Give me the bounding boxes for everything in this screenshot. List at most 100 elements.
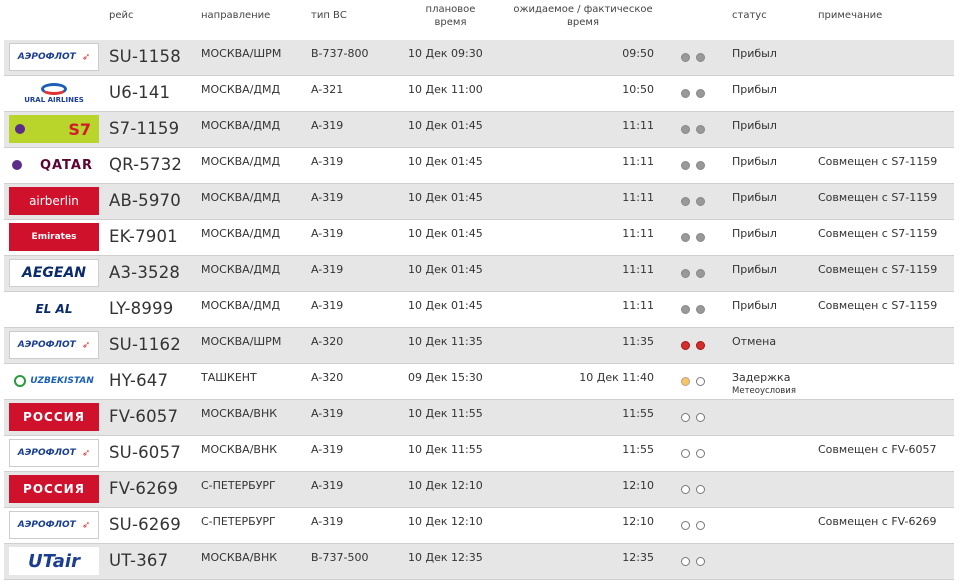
status-indicators: [681, 269, 711, 288]
table-row[interactable]: АЭРОФЛОТ ➶ SU-1158 МОСКВА/ШРМ B-737-800 10 Де…: [4, 40, 954, 76]
aircraft-type: A-319: [311, 443, 344, 456]
status-dot-icon: [696, 485, 705, 494]
status-indicators: [681, 377, 711, 396]
flight-number: LY-8999: [109, 299, 174, 318]
status-text: Прибыл: [732, 83, 777, 96]
flight-number: SU-1158: [109, 47, 181, 66]
status-note: Метеоусловия: [732, 386, 796, 396]
status-text: Отмена: [732, 335, 777, 348]
aircraft-type: A-320: [311, 335, 344, 348]
header-status: статус: [732, 10, 767, 21]
flight-number: AB-5970: [109, 191, 181, 210]
scheduled-time: 10 Дек 01:45: [408, 155, 483, 168]
remark-text: Совмещен с S7-1159: [818, 227, 938, 240]
aircraft-type: A-321: [311, 83, 344, 96]
table-row[interactable]: AEGEAN A3-3528 МОСКВА/ДМД A-319 10 Дек 01:45…: [4, 256, 954, 292]
scheduled-time: 10 Дек 01:45: [408, 299, 483, 312]
status-dot-icon: [696, 125, 705, 134]
status-dot-icon: [681, 233, 690, 242]
status-dot-icon: [696, 305, 705, 314]
flight-number: EK-7901: [109, 227, 178, 246]
remark-text: Совмещен с S7-1159: [818, 155, 938, 168]
flight-number: UT-367: [109, 551, 169, 570]
header-actual: ожидаемое / фактическое время: [513, 4, 653, 28]
header-destination: направление: [201, 10, 271, 21]
remark-text: Совмещен с S7-1159: [818, 191, 938, 204]
aircraft-type: A-319: [311, 155, 344, 168]
status-text: Прибыл: [732, 227, 777, 240]
status-dot-icon: [681, 449, 690, 458]
aircraft-type: A-319: [311, 407, 344, 420]
header-remark: примечание: [818, 10, 883, 21]
status-text: Прибыл: [732, 155, 777, 168]
airline-logo-ural: URAL AIRLINES: [9, 79, 99, 107]
flight-number: S7-1159: [109, 119, 180, 138]
status-indicators: [681, 161, 711, 180]
aircraft-type: A-319: [311, 515, 344, 528]
actual-time: 10:50: [622, 83, 654, 96]
scheduled-time: 10 Дек 12:35: [408, 551, 483, 564]
scheduled-time: 10 Дек 11:55: [408, 407, 483, 420]
destination: МОСКВА/ДМД: [201, 119, 281, 132]
flight-number: FV-6057: [109, 407, 179, 426]
status-dot-icon: [681, 413, 690, 422]
table-row[interactable]: UZBEKISTAN HY-647 ТАШКЕНТ A-320 09 Дек 15:30…: [4, 364, 954, 400]
airline-logo-s7: S7: [9, 115, 99, 143]
actual-time: 11:11: [622, 191, 654, 204]
status-dot-icon: [696, 53, 705, 62]
scheduled-time: 10 Дек 12:10: [408, 515, 483, 528]
status-dot-icon: [681, 485, 690, 494]
airline-logo-emirates: Emirates: [9, 223, 99, 251]
aircraft-type: A-319: [311, 191, 344, 204]
table-row[interactable]: Emirates EK-7901 МОСКВА/ДМД A-319 10 Дек 01:…: [4, 220, 954, 256]
actual-time: 09:50: [622, 47, 654, 60]
table-row[interactable]: РОССИЯ FV-6057 МОСКВА/ВНК A-319 10 Дек 11:55…: [4, 400, 954, 436]
status-indicators: [681, 557, 711, 576]
destination: МОСКВА/ДМД: [201, 155, 281, 168]
status-indicators: [681, 197, 711, 216]
scheduled-time: 10 Дек 01:45: [408, 119, 483, 132]
remark-text: Совмещен с FV-6057: [818, 443, 937, 456]
destination: С-ПЕТЕРБУРГ: [201, 515, 276, 528]
remark-text: Совмещен с S7-1159: [818, 263, 938, 276]
actual-time: 12:10: [622, 479, 654, 492]
table-row[interactable]: EL AL LY-8999 МОСКВА/ДМД A-319 10 Дек 01:45 1…: [4, 292, 954, 328]
status-dot-icon: [681, 377, 690, 386]
destination: МОСКВА/ВНК: [201, 443, 278, 456]
table-row[interactable]: URAL AIRLINES U6-141 МОСКВА/ДМД A-321 10 Дек…: [4, 76, 954, 112]
status-indicators: [681, 341, 711, 360]
table-row[interactable]: QATAR QR-5732 МОСКВА/ДМД A-319 10 Дек 01:45 1…: [4, 148, 954, 184]
destination: МОСКВА/ШРМ: [201, 47, 282, 60]
status-dot-icon: [681, 53, 690, 62]
flight-number: FV-6269: [109, 479, 179, 498]
table-row[interactable]: АЭРОФЛОТ ➶ SU-6269 С-ПЕТЕРБУРГ A-319 10 Дек 1…: [4, 508, 954, 544]
status-text: Прибыл: [732, 119, 777, 132]
airline-logo-utair: UTair: [9, 547, 99, 575]
destination: МОСКВА/ДМД: [201, 83, 281, 96]
aircraft-type: B-737-800: [311, 47, 369, 60]
table-row[interactable]: АЭРОФЛОТ ➶ SU-1162 МОСКВА/ШРМ A-320 10 Дек 11…: [4, 328, 954, 364]
remark-text: Совмещен с FV-6269: [818, 515, 937, 528]
table-row[interactable]: airberlin AB-5970 МОСКВА/ДМД A-319 10 Дек 01…: [4, 184, 954, 220]
airline-logo-rossiya: РОССИЯ: [9, 403, 99, 431]
table-row[interactable]: UTair UT-367 МОСКВА/ВНК B-737-500 10 Дек 12:…: [4, 544, 954, 580]
flight-number: U6-141: [109, 83, 171, 102]
table-row[interactable]: S7 S7-1159 МОСКВА/ДМД A-319 10 Дек 01:45 11:1…: [4, 112, 954, 148]
flight-number: SU-6057: [109, 443, 181, 462]
airline-logo-aeroflot: АЭРОФЛОТ ➶: [9, 43, 99, 71]
aircraft-type: A-319: [311, 479, 344, 492]
status-indicators: [681, 413, 711, 432]
header-aircraft: тип ВС: [311, 10, 347, 21]
aircraft-type: A-319: [311, 227, 344, 240]
table-header: рейс направление тип ВС плановое время о…: [0, 0, 963, 40]
table-row[interactable]: РОССИЯ FV-6269 С-ПЕТЕРБУРГ A-319 10 Дек 12:1…: [4, 472, 954, 508]
actual-time: 11:11: [622, 119, 654, 132]
table-row[interactable]: АЭРОФЛОТ ➶ SU-6057 МОСКВА/ВНК A-319 10 Дек 11…: [4, 436, 954, 472]
actual-time: 12:10: [622, 515, 654, 528]
scheduled-time: 10 Дек 01:45: [408, 227, 483, 240]
aircraft-type: A-319: [311, 263, 344, 276]
status-dot-icon: [696, 413, 705, 422]
status-dot-icon: [696, 449, 705, 458]
status-indicators: [681, 485, 711, 504]
status-dot-icon: [696, 233, 705, 242]
